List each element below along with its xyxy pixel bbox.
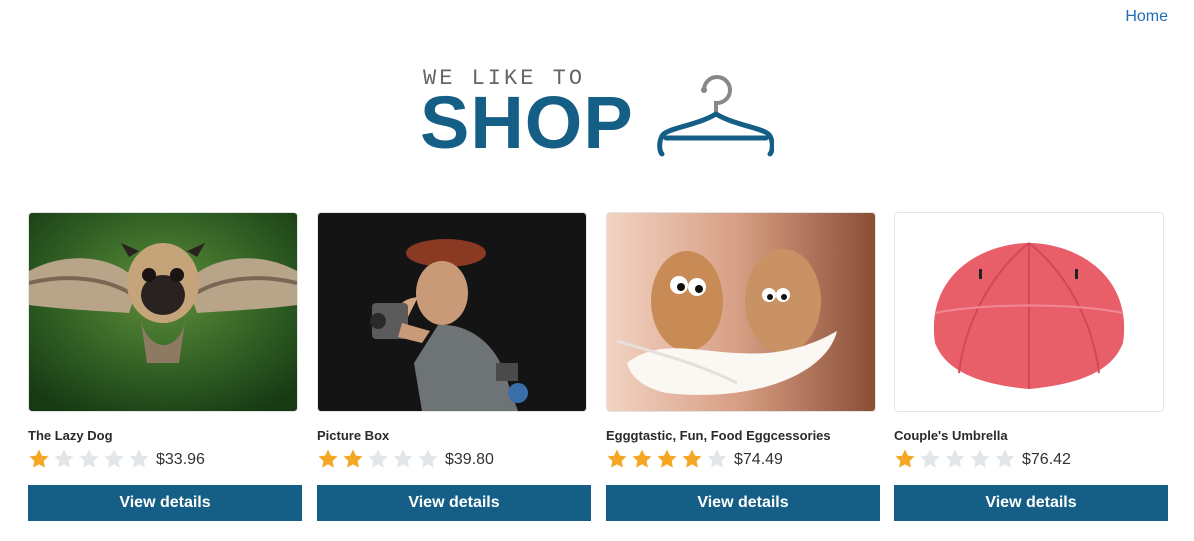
rating-row: $74.49 (606, 447, 880, 473)
product-price: $76.42 (1022, 451, 1071, 468)
product-title[interactable]: The Lazy Dog (28, 428, 302, 444)
product-image-lazy-dog[interactable] (28, 212, 298, 412)
product-card: Picture Box $39.80 View details (317, 212, 591, 521)
star-filled-icon (656, 448, 680, 472)
star-rating (606, 448, 731, 472)
star-filled-icon (681, 448, 705, 472)
rating-row: $39.80 (317, 447, 591, 473)
star-empty-icon (392, 448, 416, 472)
star-empty-icon (128, 448, 152, 472)
photographer-figurine-image (318, 213, 586, 411)
rating-row: $33.96 (28, 447, 302, 473)
shop-logo[interactable]: WE LIKE TO SHOP (420, 66, 774, 164)
eggs-with-eyes-image (607, 213, 875, 411)
star-empty-icon (103, 448, 127, 472)
view-details-button[interactable]: View details (317, 485, 591, 521)
star-filled-icon (342, 448, 366, 472)
star-empty-icon (78, 448, 102, 472)
star-empty-icon (994, 448, 1018, 472)
star-filled-icon (894, 448, 918, 472)
hanger-icon (657, 75, 774, 157)
star-empty-icon (919, 448, 943, 472)
view-details-button[interactable]: View details (894, 485, 1168, 521)
star-empty-icon (417, 448, 441, 472)
product-image-umbrella[interactable] (894, 212, 1164, 412)
product-card: The Lazy Dog $33.96 View details (28, 212, 302, 521)
product-card: Egggtastic, Fun, Food Eggcessories $74.4… (606, 212, 880, 521)
product-title[interactable]: Couple's Umbrella (894, 428, 1168, 444)
logo-wordmark: SHOP (420, 81, 634, 164)
star-empty-icon (706, 448, 730, 472)
product-title[interactable]: Picture Box (317, 428, 591, 444)
star-rating (894, 448, 1019, 472)
rating-row: $76.42 (894, 447, 1168, 473)
star-filled-icon (28, 448, 52, 472)
product-card: Couple's Umbrella $76.42 View details (894, 212, 1168, 521)
star-empty-icon (367, 448, 391, 472)
star-empty-icon (969, 448, 993, 472)
star-empty-icon (53, 448, 77, 472)
star-rating (317, 448, 442, 472)
star-rating (28, 448, 153, 472)
product-image-eggs[interactable] (606, 212, 876, 412)
flying-pug-image (29, 213, 297, 411)
product-image-picture-box[interactable] (317, 212, 587, 412)
star-filled-icon (631, 448, 655, 472)
star-empty-icon (944, 448, 968, 472)
home-link[interactable]: Home (1125, 8, 1168, 25)
star-filled-icon (317, 448, 341, 472)
product-price: $33.96 (156, 451, 205, 468)
star-filled-icon (606, 448, 630, 472)
view-details-button[interactable]: View details (606, 485, 880, 521)
view-details-button[interactable]: View details (28, 485, 302, 521)
red-umbrella-image (895, 213, 1163, 411)
top-nav: Home (1125, 8, 1168, 26)
product-price: $74.49 (734, 451, 783, 468)
product-price: $39.80 (445, 451, 494, 468)
product-title[interactable]: Egggtastic, Fun, Food Eggcessories (606, 428, 880, 444)
